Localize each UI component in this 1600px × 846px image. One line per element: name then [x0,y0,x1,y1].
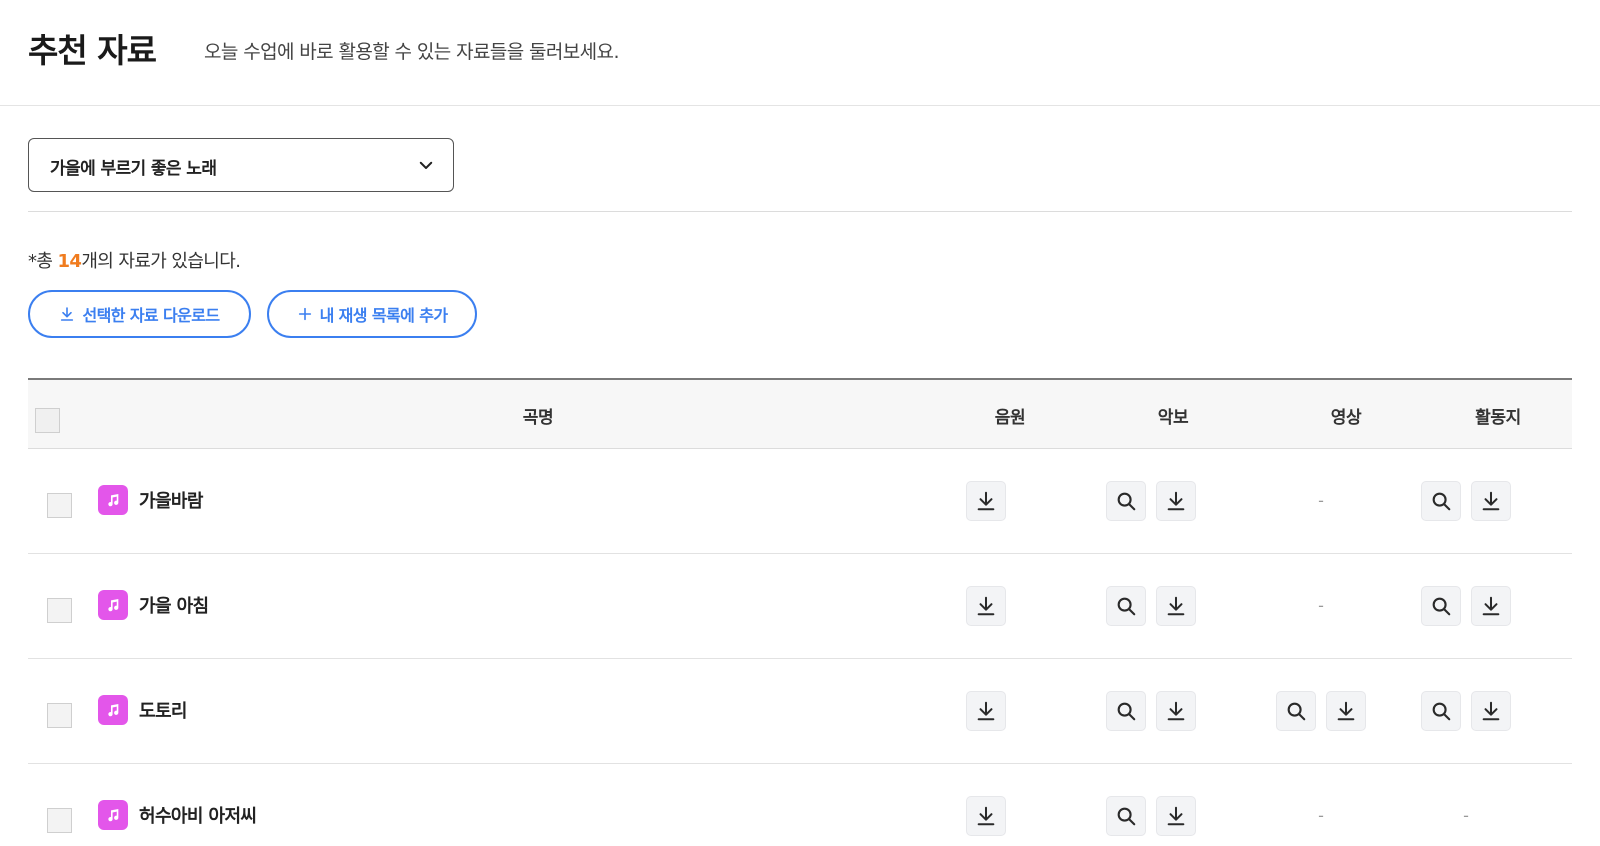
search-icon [1117,597,1136,616]
audio-download-button[interactable] [966,691,1006,731]
download-icon [1167,701,1185,721]
add-to-playlist-button[interactable]: 내 재생 목록에 추가 [267,290,477,338]
table-row: 허수아비 아저씨 - - [28,764,1572,846]
result-count: *총 14개의 자료가 있습니다. [28,251,241,272]
table-row: 도토리 [28,659,1572,764]
video-preview-button[interactable] [1276,691,1316,731]
column-audio: 음원 [994,408,1026,428]
song-title[interactable]: 가을 아침 [139,592,209,618]
score-download-button[interactable] [1156,691,1196,731]
plus-icon [298,307,311,321]
search-icon [1117,492,1136,511]
column-score: 악보 [1157,408,1189,428]
song-title[interactable]: 허수아비 아저씨 [139,802,257,828]
download-icon [61,307,74,321]
search-icon [1287,702,1306,721]
column-video: 영상 [1330,408,1362,428]
download-icon [1482,596,1500,616]
score-preview-button[interactable] [1106,586,1146,626]
music-note-icon [108,599,119,612]
search-icon [1432,492,1451,511]
download-icon [1167,596,1185,616]
row-checkbox[interactable] [47,808,72,833]
category-select[interactable]: 가을에 부르기 좋은 노래 [28,138,454,192]
table-row: 가을 아침 - [28,554,1572,659]
music-note-badge [98,485,128,515]
score-download-button[interactable] [1156,481,1196,521]
song-title[interactable]: 가을바람 [139,487,203,513]
search-icon [1117,702,1136,721]
song-title[interactable]: 도토리 [139,697,187,723]
select-all-checkbox[interactable] [35,408,60,433]
table-body: 가을바람 - 가을 아침 - 도토리허수아비 아저씨 - - [28,449,1572,846]
download-icon [1167,806,1185,826]
chevron-down-icon [419,161,433,169]
music-note-icon [108,704,119,717]
download-icon [977,596,995,616]
video-download-button[interactable] [1326,691,1366,731]
result-count-number: 14 [57,251,82,272]
audio-download-button[interactable] [966,481,1006,521]
worksheet-preview-button[interactable] [1421,586,1461,626]
page-header: 추천 자료 오늘 수업에 바로 활용할 수 있는 자료들을 둘러보세요. [0,0,1600,106]
audio-download-button[interactable] [966,586,1006,626]
video-empty: - [1318,806,1324,825]
music-note-icon [108,494,119,507]
download-icon [1482,701,1500,721]
music-note-badge [98,590,128,620]
worksheet-download-button[interactable] [1471,691,1511,731]
section-divider [28,211,1572,212]
worksheet-download-button[interactable] [1471,481,1511,521]
download-icon [1337,701,1355,721]
row-checkbox[interactable] [47,703,72,728]
category-select-value: 가을에 부르기 좋은 노래 [50,159,217,179]
worksheet-download-button[interactable] [1471,586,1511,626]
worksheet-empty: - [1463,806,1469,825]
add-to-playlist-label: 내 재생 목록에 추가 [319,306,448,325]
worksheet-preview-button[interactable] [1421,691,1461,731]
column-worksheet: 활동지 [1475,408,1521,428]
page-subtitle: 오늘 수업에 바로 활용할 수 있는 자료들을 둘러보세요. [204,41,619,63]
download-icon [977,701,995,721]
download-icon [977,491,995,511]
row-checkbox[interactable] [47,598,72,623]
score-preview-button[interactable] [1106,691,1146,731]
video-empty: - [1318,491,1324,510]
table-row: 가을바람 - [28,449,1572,554]
materials-table: 곡명 음원 악보 영상 활동지 가을바람 - 가을 아침 - 도토리허수아비 아저씨 - - [28,378,1572,846]
worksheet-preview-button[interactable] [1421,481,1461,521]
search-icon [1432,702,1451,721]
table-header: 곡명 음원 악보 영상 활동지 [28,378,1572,449]
download-selected-label: 선택한 자료 다운로드 [82,306,220,325]
music-note-badge [98,800,128,830]
score-download-button[interactable] [1156,586,1196,626]
music-note-icon [108,809,119,822]
video-empty: - [1318,596,1324,615]
column-title: 곡명 [522,408,554,428]
score-download-button[interactable] [1156,796,1196,836]
music-note-badge [98,695,128,725]
search-icon [1117,807,1136,826]
download-selected-button[interactable]: 선택한 자료 다운로드 [28,290,251,338]
row-checkbox[interactable] [47,493,72,518]
score-preview-button[interactable] [1106,796,1146,836]
search-icon [1432,597,1451,616]
download-icon [977,806,995,826]
page-title: 추천 자료 [28,31,157,70]
score-preview-button[interactable] [1106,481,1146,521]
download-icon [1167,491,1185,511]
download-icon [1482,491,1500,511]
audio-download-button[interactable] [966,796,1006,836]
